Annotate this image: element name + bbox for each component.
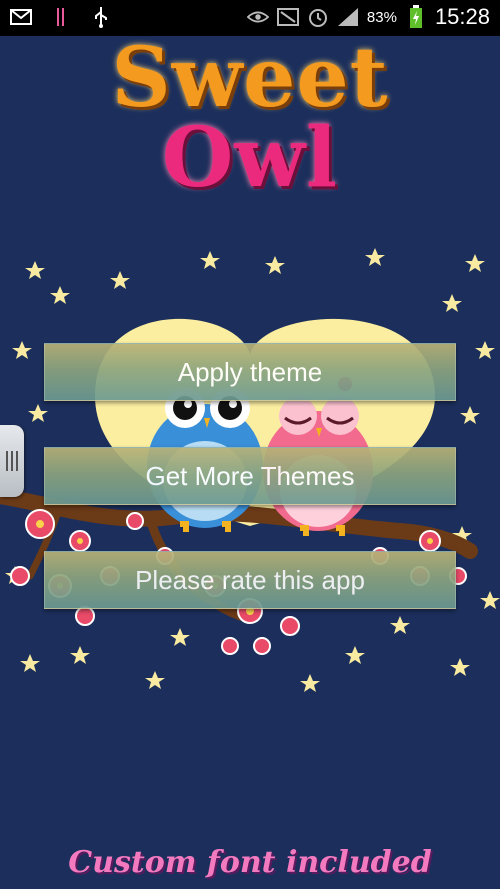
- side-drawer-handle[interactable]: [0, 425, 24, 497]
- eye-icon: [246, 6, 269, 28]
- get-more-themes-button[interactable]: Get More Themes: [44, 447, 456, 505]
- alarm-icon: [307, 6, 329, 28]
- nfc-icon: [276, 6, 299, 28]
- usb-icon: [90, 6, 112, 28]
- cell-signal-icon: [337, 6, 359, 28]
- battery-charging-icon: [405, 5, 427, 28]
- app-title: Sweet Owl: [0, 30, 500, 206]
- signal-bars-small-icon: [50, 6, 72, 28]
- title-owl: Owl: [161, 109, 339, 206]
- clock: 15:28: [434, 4, 490, 29]
- apply-theme-button[interactable]: Apply theme: [44, 343, 456, 401]
- battery-percent: 83%: [366, 8, 397, 26]
- grip-icon: [6, 451, 18, 471]
- mail-icon: [10, 6, 32, 28]
- title-sweet: Sweet: [111, 30, 389, 126]
- rate-app-button[interactable]: Please rate this app: [44, 551, 456, 609]
- footer-caption: Custom font included: [68, 845, 432, 880]
